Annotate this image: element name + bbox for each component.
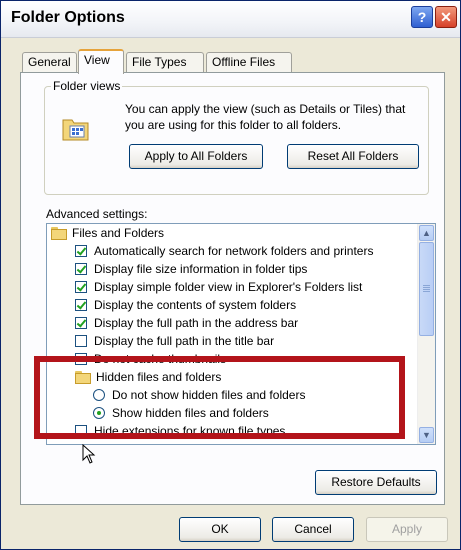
window-title: Folder Options bbox=[11, 9, 125, 26]
tab-general[interactable]: General bbox=[22, 52, 77, 72]
folder-views-title: Folder views bbox=[51, 79, 123, 93]
list-item[interactable]: Do not cache thumbnails bbox=[75, 350, 226, 368]
list-item[interactable]: Display the full path in the title bar bbox=[75, 332, 274, 350]
tab-file-types[interactable]: File Types bbox=[126, 52, 204, 72]
checkbox[interactable] bbox=[75, 281, 87, 293]
checkbox[interactable] bbox=[75, 335, 87, 347]
list-item: Hidden files and folders bbox=[75, 368, 221, 386]
list-item-label: Display the contents of system folders bbox=[94, 298, 297, 312]
apply-button[interactable]: Apply bbox=[366, 517, 448, 542]
list-item[interactable]: Display file size information in folder … bbox=[75, 260, 307, 278]
list-item-label: Hide extensions for known file types bbox=[94, 424, 286, 438]
list-item-label: Files and Folders bbox=[72, 226, 165, 240]
help-button[interactable]: ? bbox=[411, 6, 433, 28]
checkbox[interactable] bbox=[75, 425, 87, 437]
list-item[interactable]: Hide extensions for known file types bbox=[75, 422, 285, 440]
view-tab-panel: Folder views You can apply the view (suc… bbox=[20, 72, 445, 505]
restore-defaults-button[interactable]: Restore Defaults bbox=[315, 470, 437, 495]
list-item[interactable]: Display the contents of system folders bbox=[75, 296, 296, 314]
cancel-button[interactable]: Cancel bbox=[272, 517, 354, 542]
list-item-label: Display file size information in folder … bbox=[94, 262, 308, 276]
scroll-up-icon[interactable]: ▲ bbox=[419, 225, 434, 241]
radio-button[interactable] bbox=[93, 407, 105, 419]
radio-button[interactable] bbox=[93, 389, 105, 401]
apply-to-all-folders-button[interactable]: Apply to All Folders bbox=[129, 144, 263, 169]
tab-view[interactable]: View bbox=[78, 49, 124, 74]
checkbox[interactable] bbox=[75, 299, 87, 311]
ok-button[interactable]: OK bbox=[179, 517, 261, 542]
list-item[interactable]: Display simple folder view in Explorer's… bbox=[75, 278, 362, 296]
tab-offline-files[interactable]: Offline Files bbox=[206, 52, 292, 72]
checkbox[interactable] bbox=[75, 245, 87, 257]
list-item[interactable]: Automatically search for network folders… bbox=[75, 242, 373, 260]
list-item-label: Display the full path in the title bar bbox=[94, 334, 275, 348]
close-button[interactable]: ✕ bbox=[435, 6, 457, 28]
list-item-label: Do not cache thumbnails bbox=[94, 352, 227, 366]
help-icon: ? bbox=[417, 9, 427, 25]
advanced-settings-list[interactable]: Files and Folders Automatically search f… bbox=[46, 223, 436, 445]
checkbox[interactable] bbox=[75, 317, 87, 329]
scroll-thumb[interactable] bbox=[419, 242, 434, 336]
scroll-down-icon[interactable]: ▼ bbox=[419, 427, 434, 443]
title-bar[interactable]: Folder Options ? ✕ bbox=[1, 1, 460, 38]
folder-views-description: You can apply the view (such as Details … bbox=[125, 102, 406, 132]
list-item-label: Automatically search for network folders… bbox=[94, 244, 374, 258]
list-item[interactable]: Show hidden files and folders bbox=[93, 404, 269, 422]
folder-views-icon bbox=[62, 119, 89, 141]
reset-all-folders-button[interactable]: Reset All Folders bbox=[287, 144, 419, 169]
checkbox[interactable] bbox=[75, 353, 87, 365]
folder-icon bbox=[75, 370, 91, 384]
list-item-label: Hidden files and folders bbox=[96, 370, 222, 384]
list-item-label: Show hidden files and folders bbox=[112, 406, 269, 420]
list-item[interactable]: Display the full path in the address bar bbox=[75, 314, 298, 332]
mouse-pointer-icon bbox=[82, 444, 96, 464]
advanced-settings-label: Advanced settings: bbox=[46, 207, 148, 221]
list-item: Files and Folders bbox=[51, 224, 164, 242]
list-item-label: Display the full path in the address bar bbox=[94, 316, 299, 330]
close-icon: ✕ bbox=[440, 8, 452, 25]
list-item-label: Do not show hidden files and folders bbox=[112, 388, 306, 402]
folder-views-group: Folder views You can apply the view (suc… bbox=[44, 79, 429, 195]
list-item-label: Display simple folder view in Explorer's… bbox=[94, 280, 363, 294]
folder-icon bbox=[51, 226, 67, 240]
vertical-scrollbar[interactable]: ▲ ▼ bbox=[417, 224, 435, 444]
folder-options-dialog: Folder Options ? ✕ General View File Typ… bbox=[0, 0, 461, 550]
list-item[interactable]: Do not show hidden files and folders bbox=[93, 386, 305, 404]
grip-icon bbox=[423, 285, 430, 286]
checkbox[interactable] bbox=[75, 263, 87, 275]
